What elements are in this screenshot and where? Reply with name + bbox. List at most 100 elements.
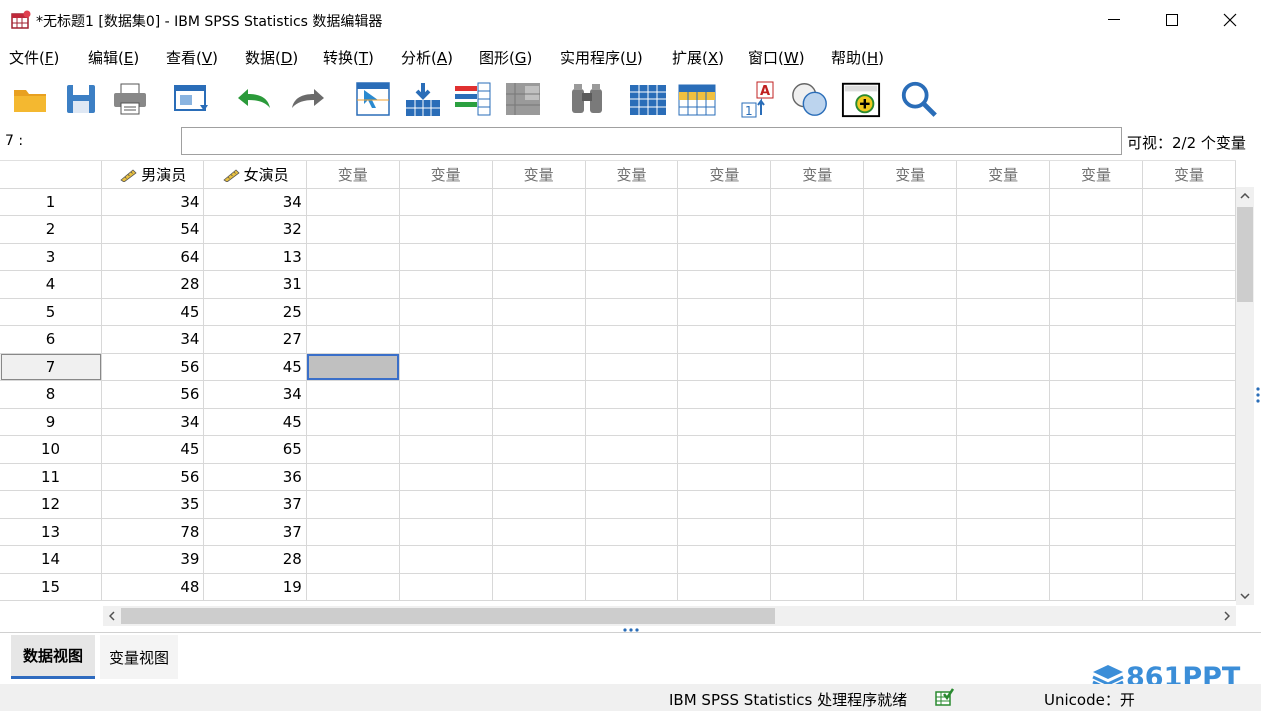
cell-empty[interactable] xyxy=(770,545,865,574)
cell-empty[interactable] xyxy=(1142,325,1236,354)
cell-empty[interactable] xyxy=(1049,435,1143,464)
cell-empty[interactable] xyxy=(1049,518,1143,546)
corner-cell[interactable] xyxy=(0,161,103,189)
cell-empty[interactable] xyxy=(863,243,958,271)
cell-empty[interactable] xyxy=(399,545,493,574)
cell-empty[interactable] xyxy=(863,408,958,436)
cell-male-actor[interactable]: 54 xyxy=(101,215,205,244)
cell-empty[interactable] xyxy=(770,325,865,354)
column-header-male-actor[interactable]: 男演员 xyxy=(101,161,205,189)
cell-empty[interactable] xyxy=(492,380,586,409)
cell-empty[interactable] xyxy=(863,435,958,464)
cell-empty[interactable] xyxy=(863,380,958,409)
cell-empty[interactable] xyxy=(1049,353,1143,381)
cell-empty[interactable] xyxy=(956,188,1051,216)
menu-data[interactable]: 数据(D) xyxy=(245,47,298,68)
cell-empty[interactable] xyxy=(585,325,679,354)
cell-empty[interactable] xyxy=(1142,408,1236,436)
cell-empty[interactable] xyxy=(399,215,493,244)
row-number[interactable]: 12 xyxy=(0,490,103,519)
cell-empty[interactable] xyxy=(1142,188,1236,216)
select-cases-button[interactable] xyxy=(841,78,881,120)
cell-empty[interactable] xyxy=(399,518,493,546)
close-button[interactable] xyxy=(1201,0,1259,40)
column-header-empty[interactable]: 变量 xyxy=(399,161,493,189)
cell-female-actor[interactable]: 28 xyxy=(203,545,307,574)
cell-empty[interactable] xyxy=(863,188,958,216)
cell-empty[interactable] xyxy=(306,188,400,216)
cell-empty[interactable] xyxy=(492,215,586,244)
cell-empty[interactable] xyxy=(1142,435,1236,464)
split-file-button[interactable]: A1 xyxy=(739,78,779,120)
cell-male-actor[interactable]: 64 xyxy=(101,243,205,271)
cell-empty[interactable] xyxy=(770,353,865,381)
column-header-empty[interactable]: 变量 xyxy=(492,161,586,189)
cell-female-actor[interactable]: 45 xyxy=(203,408,307,436)
cell-empty[interactable] xyxy=(585,353,679,381)
cell-empty[interactable] xyxy=(306,243,400,271)
row-number[interactable]: 2 xyxy=(0,215,103,244)
cell-empty[interactable] xyxy=(492,353,586,381)
cell-empty[interactable] xyxy=(306,270,400,299)
menu-analyze[interactable]: 分析(A) xyxy=(401,47,453,68)
cell-empty[interactable] xyxy=(492,243,586,271)
weight-cases-button[interactable] xyxy=(790,78,830,120)
row-number[interactable]: 1 xyxy=(0,188,103,216)
cell-female-actor[interactable]: 34 xyxy=(203,380,307,409)
horizontal-scroll-thumb[interactable] xyxy=(121,608,775,624)
cell-empty[interactable] xyxy=(492,490,586,519)
cell-empty[interactable] xyxy=(399,270,493,299)
menu-utilities[interactable]: 实用程序(U) xyxy=(560,47,643,68)
cell-empty[interactable] xyxy=(1142,298,1236,326)
find-button[interactable] xyxy=(567,78,607,120)
cell-empty[interactable] xyxy=(677,215,772,244)
cell-empty[interactable] xyxy=(677,518,772,546)
cell-empty[interactable] xyxy=(863,298,958,326)
cell-male-actor[interactable]: 39 xyxy=(101,545,205,574)
print-button[interactable] xyxy=(110,78,150,120)
cell-empty[interactable] xyxy=(399,353,493,381)
cell-male-actor[interactable]: 56 xyxy=(101,463,205,491)
cell-empty[interactable] xyxy=(399,573,493,601)
cell-female-actor[interactable]: 37 xyxy=(203,490,307,519)
cell-empty[interactable] xyxy=(1049,463,1143,491)
cell-empty[interactable] xyxy=(306,408,400,436)
cell-empty[interactable] xyxy=(399,325,493,354)
cell-male-actor[interactable]: 48 xyxy=(101,573,205,601)
cell-empty[interactable] xyxy=(1049,270,1143,299)
menu-file[interactable]: 文件(F) xyxy=(9,47,59,68)
cell-female-actor[interactable]: 13 xyxy=(203,243,307,271)
minimize-button[interactable] xyxy=(1085,0,1143,40)
cell-empty[interactable] xyxy=(399,435,493,464)
cell-empty[interactable] xyxy=(770,518,865,546)
cell-empty[interactable] xyxy=(677,325,772,354)
tab-data-view[interactable]: 数据视图 xyxy=(11,635,95,679)
cell-empty[interactable] xyxy=(863,545,958,574)
column-header-empty[interactable]: 变量 xyxy=(770,161,865,189)
cell-empty[interactable] xyxy=(1049,243,1143,271)
undo-button[interactable] xyxy=(234,78,274,120)
cell-male-actor[interactable]: 78 xyxy=(101,518,205,546)
cell-empty[interactable] xyxy=(956,243,1051,271)
vertical-scroll-thumb[interactable] xyxy=(1237,207,1253,302)
cell-empty[interactable] xyxy=(306,325,400,354)
column-header-empty[interactable]: 变量 xyxy=(306,161,400,189)
cell-empty[interactable] xyxy=(1142,518,1236,546)
cell-empty[interactable] xyxy=(863,490,958,519)
cell-empty[interactable] xyxy=(770,463,865,491)
scroll-right-button[interactable] xyxy=(1218,606,1236,626)
column-header-empty[interactable]: 变量 xyxy=(1142,161,1236,189)
search-button[interactable] xyxy=(899,78,939,120)
cell-empty[interactable] xyxy=(306,518,400,546)
cell-empty[interactable] xyxy=(1049,545,1143,574)
cell-empty[interactable] xyxy=(306,545,400,574)
maximize-button[interactable] xyxy=(1143,0,1201,40)
row-number[interactable]: 8 xyxy=(0,380,103,409)
cell-empty[interactable] xyxy=(863,325,958,354)
scroll-left-button[interactable] xyxy=(103,606,121,626)
cell-empty[interactable] xyxy=(956,545,1051,574)
cell-empty[interactable] xyxy=(677,463,772,491)
cell-empty[interactable] xyxy=(399,380,493,409)
redo-button[interactable] xyxy=(288,78,328,120)
cell-empty[interactable] xyxy=(492,545,586,574)
